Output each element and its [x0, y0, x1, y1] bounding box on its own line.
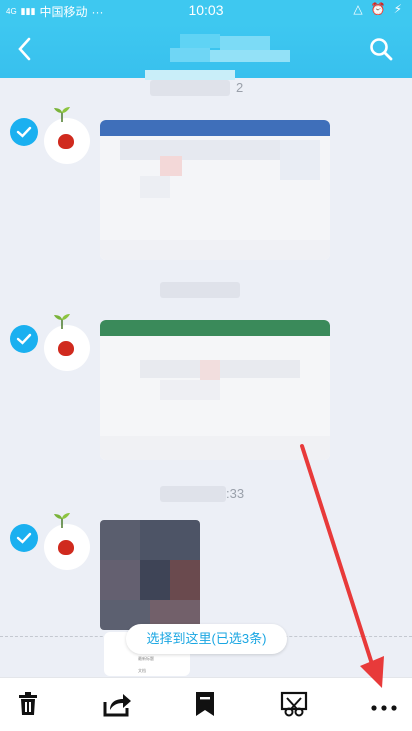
timestamp-tail: 2: [236, 80, 244, 95]
alarm-icon: ⏰: [370, 2, 386, 16]
preview-line1: 最新标题: [138, 656, 154, 661]
apple-icon: [58, 540, 74, 555]
select-checkbox[interactable]: [10, 325, 38, 353]
timestamp-blurred: [160, 486, 226, 502]
timestamp-blurred: [150, 80, 230, 96]
avatar[interactable]: [44, 513, 90, 570]
status-bar: 4G ▮▮▮ 中国移动 ··· 10:03 △ ⏰ ⚡: [0, 0, 412, 22]
checkmark-icon: [16, 532, 32, 544]
image-message[interactable]: [100, 520, 200, 630]
file-message-card[interactable]: [100, 120, 330, 260]
chat-title-blurred: [145, 34, 300, 80]
battery-icon: ⚡: [393, 2, 402, 16]
preview-line2: 文档: [138, 668, 146, 673]
scissors-button[interactable]: [280, 690, 308, 718]
select-to-here-button[interactable]: 选择到这里(已选3条): [126, 624, 287, 654]
bookmark-icon: [196, 692, 214, 716]
select-checkbox[interactable]: [10, 524, 38, 552]
share-button[interactable]: [102, 690, 131, 718]
checkmark-icon: [16, 333, 32, 345]
select-checkbox[interactable]: [10, 118, 38, 146]
avatar[interactable]: [44, 314, 90, 371]
nav-bar: [0, 22, 412, 80]
status-time: 10:03: [188, 2, 224, 18]
timestamp-blurred: [160, 282, 240, 298]
trash-icon: [19, 692, 37, 715]
delete-button[interactable]: [14, 690, 42, 718]
more-button[interactable]: [368, 690, 402, 718]
scissors-icon: [280, 691, 308, 717]
leaf-icon: [54, 513, 70, 528]
share-icon: [103, 694, 131, 717]
timestamp-tail: :33: [226, 486, 245, 501]
more-icon: [371, 705, 397, 711]
avatar[interactable]: [44, 107, 90, 164]
back-button[interactable]: [14, 36, 38, 64]
bookmark-button[interactable]: [192, 690, 220, 718]
file-message-card[interactable]: [100, 320, 330, 460]
search-button[interactable]: [368, 36, 394, 62]
checkmark-icon: [16, 126, 32, 138]
bottom-toolbar: [0, 677, 412, 731]
warning-icon: △: [353, 2, 363, 16]
leaf-icon: [54, 314, 70, 329]
search-icon: [370, 38, 393, 61]
leaf-icon: [54, 107, 70, 122]
apple-icon: [58, 341, 74, 356]
apple-icon: [58, 134, 74, 149]
chevron-left-icon: [18, 37, 31, 61]
